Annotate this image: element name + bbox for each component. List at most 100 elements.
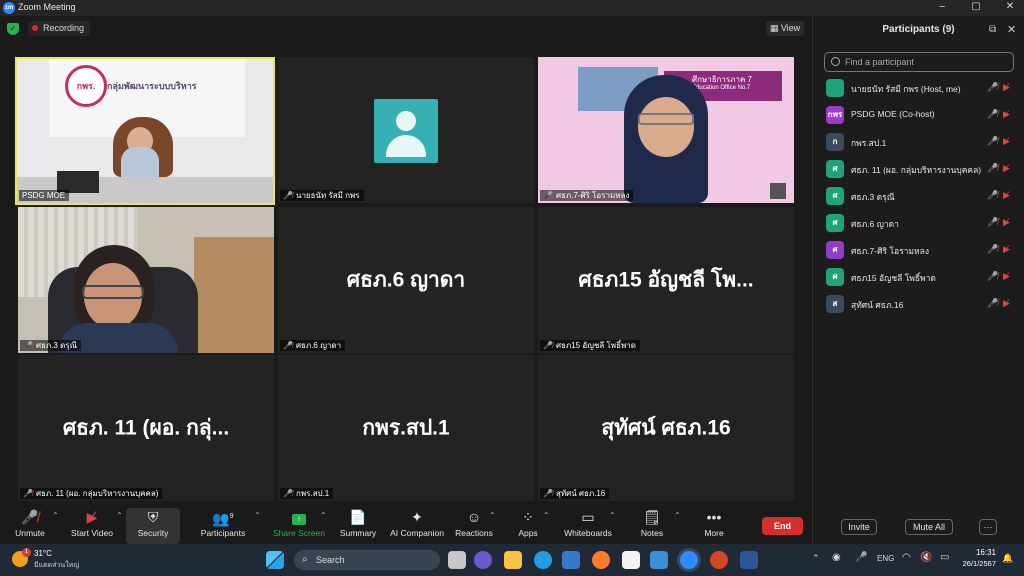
participant-row[interactable]: ก กพร.สป.1 🎤̸ ▶̸ xyxy=(813,132,1024,154)
participant-row[interactable]: ศ ศธภ15 อัญชลี โพธิ์พาด 🎤̸ ▶̸ xyxy=(813,267,1024,289)
mic-muted-icon[interactable]: 🎤̸ xyxy=(987,271,998,282)
powerpoint-icon[interactable] xyxy=(710,551,728,569)
more-button[interactable]: ••• More xyxy=(696,508,732,544)
reactions-button[interactable]: ☺ Reactions xyxy=(454,508,494,544)
mic-muted-icon[interactable]: 🎤̸ xyxy=(987,190,998,201)
view-button[interactable]: ▦ View xyxy=(766,21,804,36)
video-tile-gpr-sp1[interactable]: กพร.สป.1 🎤̸ กพร.สป.1 xyxy=(278,355,534,501)
tray-mic-icon[interactable]: 🎤 xyxy=(855,552,867,563)
store-icon[interactable] xyxy=(562,551,580,569)
firefox-icon[interactable] xyxy=(592,551,610,569)
participant-search-input[interactable]: Find a participant xyxy=(824,52,1014,72)
mic-muted-icon[interactable]: 🎤̸ xyxy=(987,298,998,309)
maximize-icon[interactable]: ▢ xyxy=(966,1,986,12)
taskbar-search-box[interactable]: ⌕ Search xyxy=(294,550,440,570)
mic-muted-icon[interactable]: 🎤̸ xyxy=(987,109,998,120)
video-off-icon[interactable]: ▶̸ xyxy=(1003,298,1010,309)
participant-row[interactable]: ศ ศธภ. 11 (ผอ. กลุ่มบริหารงานบุคคล) 🎤̸ ▶̸ xyxy=(813,159,1024,181)
share-screen-button[interactable]: ↑ Share Screen xyxy=(272,508,326,544)
video-tile-host[interactable]: 🎤̸ นายธนัท รัสมี กพร xyxy=(278,57,534,203)
more-options-button[interactable]: ··· xyxy=(979,519,997,535)
mic-muted-icon[interactable]: 🎤̸ xyxy=(987,136,998,147)
video-options-chevron-icon[interactable]: ⌃ xyxy=(116,511,123,520)
video-tile-region7[interactable]: ศึกษาธิการภาค 7 Education Office No.7 🎤̸… xyxy=(538,57,794,203)
video-tile-psdg-moe[interactable]: กพร. กลุ่มพัฒนาระบบบริหาร PSDG MOE xyxy=(15,57,275,205)
video-off-icon[interactable]: ▶̸ xyxy=(1003,244,1010,255)
speaker-muted-icon[interactable]: 🔇 xyxy=(920,552,932,563)
participant-row[interactable]: ศ ศธภ.3 ดรุณี 🎤̸ ▶̸ xyxy=(813,186,1024,208)
close-icon[interactable]: ✕ xyxy=(1000,1,1020,12)
mic-muted-icon: 🎤̸ xyxy=(23,489,33,498)
video-off-icon[interactable]: ▶̸ xyxy=(1003,163,1010,174)
reactions-chevron-icon[interactable]: ⌃ xyxy=(489,511,496,520)
clock-time[interactable]: 16:31 xyxy=(970,548,996,557)
security-shield-icon[interactable]: ✓ xyxy=(7,23,19,35)
task-view-icon[interactable] xyxy=(448,551,466,569)
file-explorer-icon[interactable] xyxy=(504,551,522,569)
close-panel-icon[interactable]: ✕ xyxy=(1007,23,1016,36)
mic-muted-icon[interactable]: 🎤̸ xyxy=(987,217,998,228)
whiteboards-chevron-icon[interactable]: ⌃ xyxy=(609,511,616,520)
search-icon: ⌕ xyxy=(302,554,308,565)
participants-chevron-icon[interactable]: ⌃ xyxy=(254,511,261,520)
share-options-chevron-icon[interactable]: ⌃ xyxy=(320,511,327,520)
weather-desc[interactable]: มีแดดส่วนใหญ่ xyxy=(34,560,79,571)
mic-muted-icon[interactable]: 🎤̸ xyxy=(987,163,998,174)
participant-row[interactable]: ศ ศธภ.6 ญาดา 🎤̸ ▶̸ xyxy=(813,213,1024,235)
participants-button[interactable]: 👥9 Participants xyxy=(196,508,250,544)
tray-app-icon[interactable]: ◉ xyxy=(832,552,841,563)
video-tile-region6[interactable]: ศธภ.6 ญาดา 🎤̸ ศธภ.6 ญาดา xyxy=(278,207,534,353)
invite-button[interactable]: Invite xyxy=(841,519,877,535)
participant-row[interactable]: ศ ศธภ.7-ศิริ โอรามหลง 🎤̸ ▶̸ xyxy=(813,240,1024,262)
more-label: More xyxy=(704,528,724,538)
battery-icon[interactable]: ▭ xyxy=(940,552,949,563)
participant-row[interactable]: ส สุทัศน์ ศธภ.16 🎤̸ ▶̸ xyxy=(813,294,1024,316)
notes-button[interactable]: 🗒 Notes xyxy=(634,508,670,544)
video-off-icon[interactable]: ▶̸ xyxy=(1003,82,1010,93)
video-off-icon[interactable]: ▶̸ xyxy=(1003,217,1010,228)
video-tile-region15[interactable]: ศธภ15 อัญชลี โพ... 🎤̸ ศธภ15 อัญชลี โพธิ์พ… xyxy=(538,207,794,353)
start-video-button[interactable]: ▶̸ Start Video xyxy=(66,508,118,544)
wifi-icon[interactable]: ◠ xyxy=(902,552,911,563)
edge-icon[interactable] xyxy=(534,551,552,569)
mic-muted-icon[interactable]: 🎤̸ xyxy=(987,244,998,255)
end-meeting-button[interactable]: End xyxy=(762,517,803,535)
clock-date[interactable]: 26/1/2567 xyxy=(952,559,996,568)
notepad-icon[interactable] xyxy=(650,551,668,569)
video-tile-region3[interactable]: 🎤̸ ศธภ.3 ดรุณี xyxy=(18,207,274,353)
weather-temp[interactable]: 31°C xyxy=(34,549,52,558)
video-off-icon[interactable]: ▶̸ xyxy=(1003,136,1010,147)
windows-start-icon[interactable] xyxy=(266,551,284,569)
video-tile-region11[interactable]: ศธภ. 11 (ผอ. กลุ่... 🎤̸ ศธภ. 11 (ผอ. กลุ่… xyxy=(18,355,274,501)
participant-row[interactable]: นายธนัท รัสมี กพร (Host, me) 🎤̸ ▶̸ xyxy=(813,78,1024,100)
unmute-button[interactable]: 🎤̸ Unmute xyxy=(10,508,50,544)
ai-companion-button[interactable]: ✦ AI Companion xyxy=(388,508,446,544)
video-tile-region16[interactable]: สุทัศน์ ศธภ.16 🎤̸ สุทัศน์ ศธภ.16 xyxy=(538,355,794,501)
word-icon[interactable] xyxy=(740,551,758,569)
language-indicator[interactable]: ENG xyxy=(877,554,894,563)
video-off-icon[interactable]: ▶̸ xyxy=(1003,190,1010,201)
security-button[interactable]: ⛨ Security xyxy=(126,508,180,544)
video-off-icon[interactable]: ▶̸ xyxy=(1003,271,1010,282)
teams-chat-icon[interactable] xyxy=(474,551,492,569)
participant-name: ศธภ.3 ดรุณี xyxy=(851,192,895,202)
participant-row[interactable]: กพร PSDG MOE (Co-host) 🎤̸ ▶̸ xyxy=(813,105,1024,127)
amazon-icon[interactable] xyxy=(622,551,640,569)
zoom-taskbar-icon[interactable] xyxy=(680,551,698,569)
participant-avatar: ศ xyxy=(826,214,844,232)
recording-indicator[interactable]: Recording xyxy=(28,21,91,36)
popout-icon[interactable]: ⧉ xyxy=(989,24,996,35)
tray-chevron-icon[interactable]: ⌃ xyxy=(812,553,820,564)
apps-button[interactable]: ⁘ Apps xyxy=(510,508,546,544)
notes-chevron-icon[interactable]: ⌃ xyxy=(674,511,681,520)
notification-bell-icon[interactable]: 🔔 xyxy=(1002,553,1013,564)
video-off-icon[interactable]: ▶̸ xyxy=(1003,109,1010,120)
summary-button[interactable]: 📄 Summary xyxy=(336,508,380,544)
whiteboards-button[interactable]: ▭ Whiteboards xyxy=(562,508,614,544)
audio-options-chevron-icon[interactable]: ⌃ xyxy=(52,511,59,520)
apps-chevron-icon[interactable]: ⌃ xyxy=(543,511,550,520)
mic-muted-icon[interactable]: 🎤̸ xyxy=(987,82,998,93)
mute-all-button[interactable]: Mute All xyxy=(905,519,953,535)
summary-label: Summary xyxy=(339,528,377,538)
minimize-icon[interactable]: – xyxy=(932,1,952,12)
